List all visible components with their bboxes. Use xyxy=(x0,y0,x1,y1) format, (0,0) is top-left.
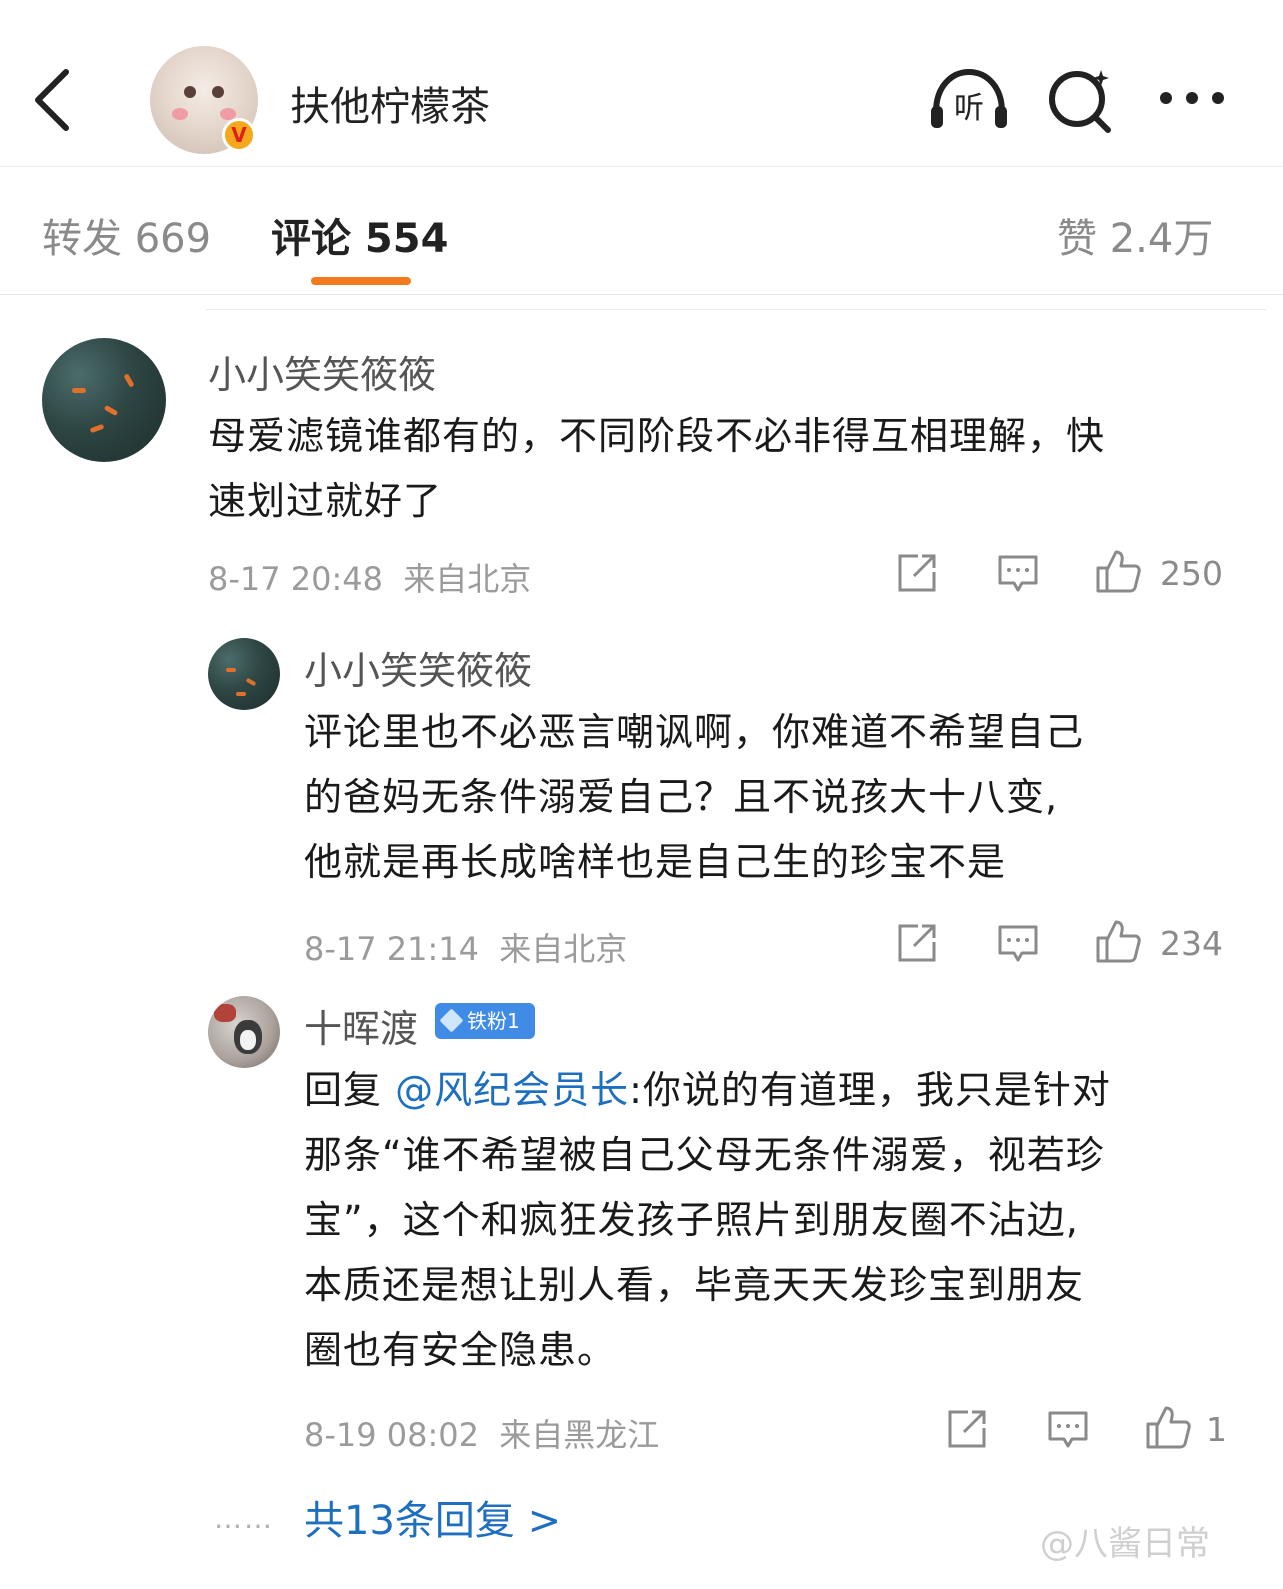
comment-icon[interactable] xyxy=(1047,1410,1089,1450)
comment-text: 母爱滤镜谁都有的，不同阶段不必非得互相理解，快 速划过就好了 xyxy=(208,414,1106,523)
mention-link[interactable]: @风纪会员长 xyxy=(395,1068,629,1112)
comment-meta: 8-17 21:14 来自北京 xyxy=(304,924,627,970)
divider xyxy=(206,309,1266,310)
share-icon[interactable] xyxy=(896,552,938,594)
listen-icon[interactable]: 听 xyxy=(928,66,1010,132)
active-tab-indicator xyxy=(311,277,411,285)
listen-label: 听 xyxy=(954,91,984,126)
share-icon[interactable] xyxy=(896,922,938,964)
like-count: 250 xyxy=(1160,554,1223,593)
comment-location: 来自北京 xyxy=(403,560,532,598)
tab-repost[interactable]: 转发 669 xyxy=(42,206,211,264)
like-icon[interactable] xyxy=(1144,1404,1192,1450)
diamond-icon xyxy=(439,1008,464,1033)
commenter-avatar[interactable] xyxy=(208,996,280,1068)
more-icon[interactable] xyxy=(1158,90,1226,106)
comment-text: 回复 @风纪会员长:你说的有道理，我只是针对 那条“谁不希望被自己父母无条件溺爱… xyxy=(304,1068,1111,1372)
like-icon[interactable] xyxy=(1094,918,1142,964)
comment-icon[interactable] xyxy=(997,554,1039,594)
search-icon[interactable] xyxy=(1046,66,1116,136)
comment-location: 来自黑龙江 xyxy=(499,1416,660,1454)
like-count: 234 xyxy=(1160,924,1223,963)
watermark: @八酱日常 xyxy=(1040,1524,1210,1564)
more-replies-link[interactable]: 共13条回复 > xyxy=(304,1488,561,1546)
tab-bar: 转发 669 评论 554 赞 2.4万 xyxy=(0,166,1283,295)
comment-text: 评论里也不必恶言嘲讽啊，你难道不希望自己 的爸妈无条件溺爱自己？且不说孩大十八变… xyxy=(304,710,1085,884)
commenter-avatar[interactable] xyxy=(208,638,280,710)
comment-time: 8-17 20:48 xyxy=(208,560,384,598)
like-icon[interactable] xyxy=(1094,548,1142,594)
like-count: 1 xyxy=(1206,1410,1227,1449)
verified-badge-icon: V xyxy=(222,118,256,152)
comment-time: 8-19 08:02 xyxy=(304,1416,480,1454)
tab-likes[interactable]: 赞 2.4万 xyxy=(1057,206,1213,264)
comment-location: 来自北京 xyxy=(499,930,628,968)
thread-dots: …… xyxy=(214,1502,274,1535)
comment-meta: 8-17 20:48 来自北京 xyxy=(208,554,531,600)
reply-prefix: 回复 xyxy=(304,1068,396,1112)
commenter-avatar[interactable] xyxy=(42,338,166,462)
top-bar: V 扶他柠檬茶 听 xyxy=(0,0,1283,167)
back-arrow-icon[interactable] xyxy=(30,66,80,136)
share-icon[interactable] xyxy=(946,1408,988,1450)
comment-time: 8-17 21:14 xyxy=(304,930,480,968)
commenter-name[interactable]: 十晖渡 xyxy=(304,998,418,1053)
commenter-name[interactable]: 小小笑笑筱筱 xyxy=(208,344,436,399)
tab-comments[interactable]: 评论 554 xyxy=(271,206,448,264)
fan-badge: 铁粉1 xyxy=(435,1003,535,1039)
page-title: 扶他柠檬茶 xyxy=(290,84,490,130)
comment-icon[interactable] xyxy=(997,924,1039,964)
comment-meta: 8-19 08:02 来自黑龙江 xyxy=(304,1410,659,1456)
commenter-name[interactable]: 小小笑笑筱筱 xyxy=(304,640,532,695)
